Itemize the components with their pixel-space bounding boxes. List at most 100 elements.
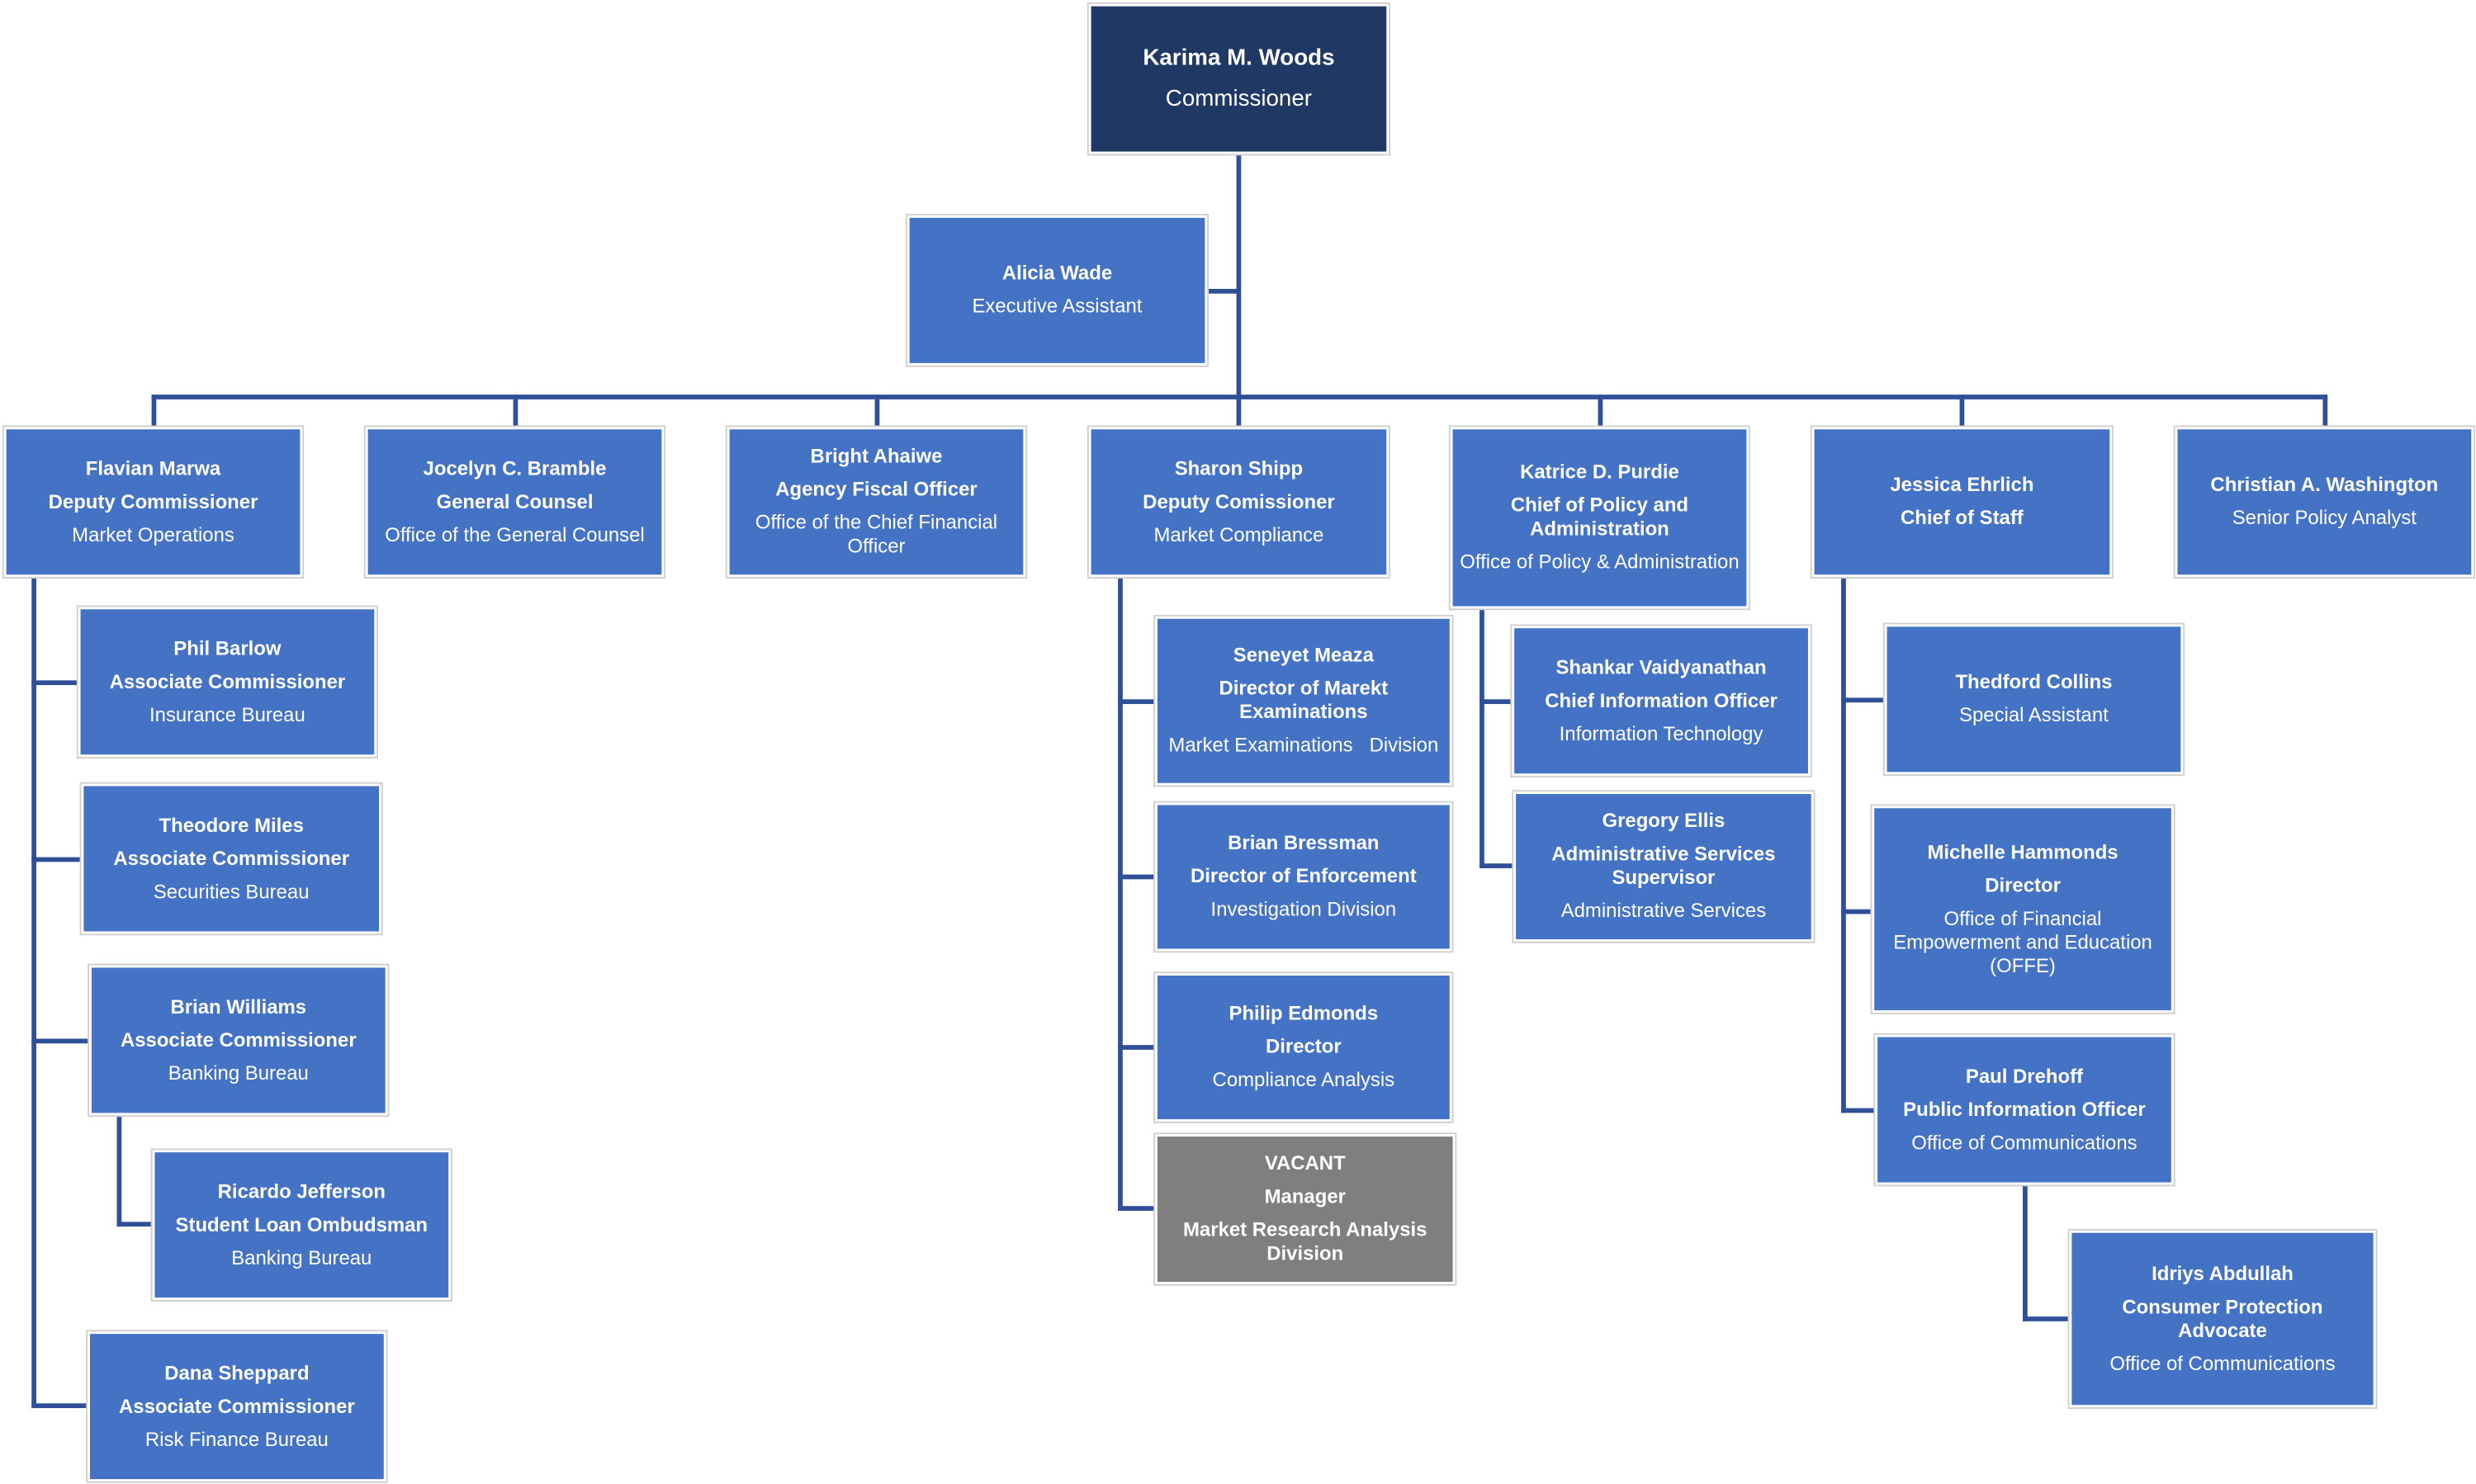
node-unit: Office of Policy & Administration xyxy=(1460,551,1740,574)
node-unit: Investigation Division xyxy=(1210,898,1397,921)
node-title: Associate Commissioner xyxy=(113,847,350,869)
connector xyxy=(1841,909,1875,915)
node-unit: Administrative Services xyxy=(1560,900,1767,922)
node-purdie[interactable]: Katrice D. Purdie Chief of Policy and Ad… xyxy=(1452,429,1747,607)
node-ehrlich[interactable]: Jessica Ehrlich Chief of Staff xyxy=(1814,429,2110,575)
node-name: Idriys Abdullah xyxy=(2152,1262,2294,1284)
node-title: Manager xyxy=(1264,1185,1346,1208)
node-marwa[interactable]: Flavian Marwa Deputy Commissioner Market… xyxy=(6,429,301,575)
node-unit: Compliance Analysis xyxy=(1212,1068,1395,1091)
node-unit: Office of Communications xyxy=(2109,1352,2336,1374)
node-collins[interactable]: Thedford Collins Special Assistant xyxy=(1887,626,2181,773)
node-name: Bright Ahaiwe xyxy=(810,445,943,468)
node-bramble[interactable]: Jocelyn C. Bramble General Counsel Offic… xyxy=(367,429,662,575)
node-name: Jessica Ehrlich xyxy=(1890,473,2034,496)
node-barlow[interactable]: Phil Barlow Associate Commissioner Insur… xyxy=(80,609,375,755)
node-unit: Insurance Bureau xyxy=(149,703,305,725)
node-edmonds[interactable]: Philip Edmonds Director Compliance Analy… xyxy=(1157,975,1450,1120)
connector xyxy=(2023,1316,2072,1321)
node-washington[interactable]: Christian A. Washington Senior Policy An… xyxy=(2177,429,2472,575)
node-unit: Office of the Chief Financial Officer xyxy=(755,511,998,558)
node-unit: Office of Financial Empowerment and Educ… xyxy=(1893,906,2152,976)
node-unit: Banking Bureau xyxy=(231,1245,372,1269)
node-title: Public Information Officer xyxy=(1903,1098,2146,1120)
node-unit: Executive Assistant xyxy=(972,295,1143,318)
connector xyxy=(1205,289,1238,294)
connector xyxy=(2322,395,2328,430)
node-title: Chief of Policy and Administration xyxy=(1510,494,1689,541)
node-title: Agency Fiscal Officer xyxy=(775,478,978,501)
connector xyxy=(151,395,157,430)
node-miles[interactable]: Theodore Miles Associate Commissioner Se… xyxy=(83,786,380,932)
node-unit: Office of the General Counsel xyxy=(385,523,645,546)
node-sheppard[interactable]: Dana Sheppard Associate Commissioner Ris… xyxy=(90,1334,384,1480)
node-ahaiwe[interactable]: Bright Ahaiwe Agency Fiscal Officer Offi… xyxy=(729,429,1024,575)
node-title: Student Loan Ombudsman xyxy=(175,1212,428,1236)
node-name: Seneyet Meaza xyxy=(1233,644,1374,667)
connector xyxy=(1118,1206,1158,1211)
node-name: Jocelyn C. Bramble xyxy=(423,456,607,480)
connector xyxy=(31,1403,91,1409)
connector xyxy=(1118,574,1123,1211)
node-unit: Banking Bureau xyxy=(168,1061,309,1084)
node-unit: Market Examinations Division xyxy=(1168,734,1439,757)
node-name: Thedford Collins xyxy=(1955,670,2113,693)
node-name: VACANT xyxy=(1264,1152,1346,1174)
connector xyxy=(2023,1182,2028,1321)
node-unit: Market Research Analysis Division xyxy=(1183,1218,1427,1264)
node-title: Deputy Commissioner xyxy=(48,489,258,513)
connector xyxy=(513,395,518,430)
node-name: Brian Williams xyxy=(170,995,307,1018)
node-title: Associate Commissioner xyxy=(120,1028,357,1051)
node-name: Phil Barlow xyxy=(173,636,282,659)
node-name: Paul Drehoff xyxy=(1965,1065,2084,1087)
connector xyxy=(116,1113,122,1227)
node-unit: Special Assistant xyxy=(1959,704,2109,726)
node-drehoff[interactable]: Paul Drehoff Public Information Officer … xyxy=(1877,1037,2171,1183)
node-name: Philip Edmonds xyxy=(1229,1002,1379,1025)
node-bressman[interactable]: Brian Bressman Director of Enforcement I… xyxy=(1157,805,1450,949)
node-woods[interactable]: Karima M. Woods Commissioner xyxy=(1091,6,1387,152)
node-abdullah[interactable]: Idriys Abdullah Consumer Protection Advo… xyxy=(2071,1232,2374,1406)
connector xyxy=(31,1038,92,1044)
node-shipp[interactable]: Sharon Shipp Deputy Comissioner Market C… xyxy=(1091,429,1387,575)
node-ellis[interactable]: Gregory Ellis Administrative Services Su… xyxy=(1516,794,1811,939)
connector xyxy=(1479,863,1517,868)
node-title: Director xyxy=(1266,1035,1342,1058)
connector xyxy=(1479,699,1515,705)
node-name: Gregory Ellis xyxy=(1602,810,1726,832)
connector xyxy=(31,574,36,1409)
connector xyxy=(31,857,84,863)
node-unit: Securities Bureau xyxy=(153,880,310,903)
node-title: Consumer Protection Advocate xyxy=(2122,1295,2323,1341)
node-unit: Risk Finance Bureau xyxy=(144,1427,329,1450)
node-wade[interactable]: Alicia Wade Executive Assistant xyxy=(909,217,1205,363)
node-title: Commissioner xyxy=(1165,87,1313,112)
node-vaidyanathan[interactable]: Shankar Vaidyanathan Chief Information O… xyxy=(1514,628,1808,774)
node-title: Chief Information Officer xyxy=(1545,688,1778,711)
node-title: General Counsel xyxy=(436,489,594,513)
node-name: Shankar Vaidyanathan xyxy=(1555,655,1767,678)
connector xyxy=(1118,1045,1158,1050)
node-name: Karima M. Woods xyxy=(1143,45,1335,72)
connector xyxy=(1598,395,1603,430)
node-name: Theodore Miles xyxy=(159,813,304,836)
node-meaza[interactable]: Seneyet Meaza Director of Marekt Examina… xyxy=(1157,618,1450,783)
node-title: Deputy Comissioner xyxy=(1143,489,1335,513)
node-unit: Market Compliance xyxy=(1153,523,1324,546)
connector xyxy=(1959,395,1965,430)
node-unit: Senior Policy Analyst xyxy=(2232,506,2417,529)
node-name: Ricardo Jefferson xyxy=(217,1179,386,1203)
node-title: Director xyxy=(1985,873,2061,896)
node-jefferson[interactable]: Ricardo Jefferson Student Loan Ombudsman… xyxy=(154,1152,449,1298)
connector xyxy=(1118,699,1158,705)
node-name: Dana Sheppard xyxy=(164,1361,310,1384)
node-williams[interactable]: Brian Williams Associate Commissioner Ba… xyxy=(91,967,386,1113)
node-vacant[interactable]: VACANT Manager Market Research Analysis … xyxy=(1157,1137,1453,1283)
node-name: Sharon Shipp xyxy=(1174,456,1304,480)
connector xyxy=(116,1222,155,1227)
node-title: Chief of Staff xyxy=(1901,506,2024,529)
node-title: Associate Commissioner xyxy=(109,669,346,692)
node-hammonds[interactable]: Michelle Hammonds Director Office of Fin… xyxy=(1874,808,2171,1011)
node-title: Director of Enforcement xyxy=(1191,865,1417,887)
